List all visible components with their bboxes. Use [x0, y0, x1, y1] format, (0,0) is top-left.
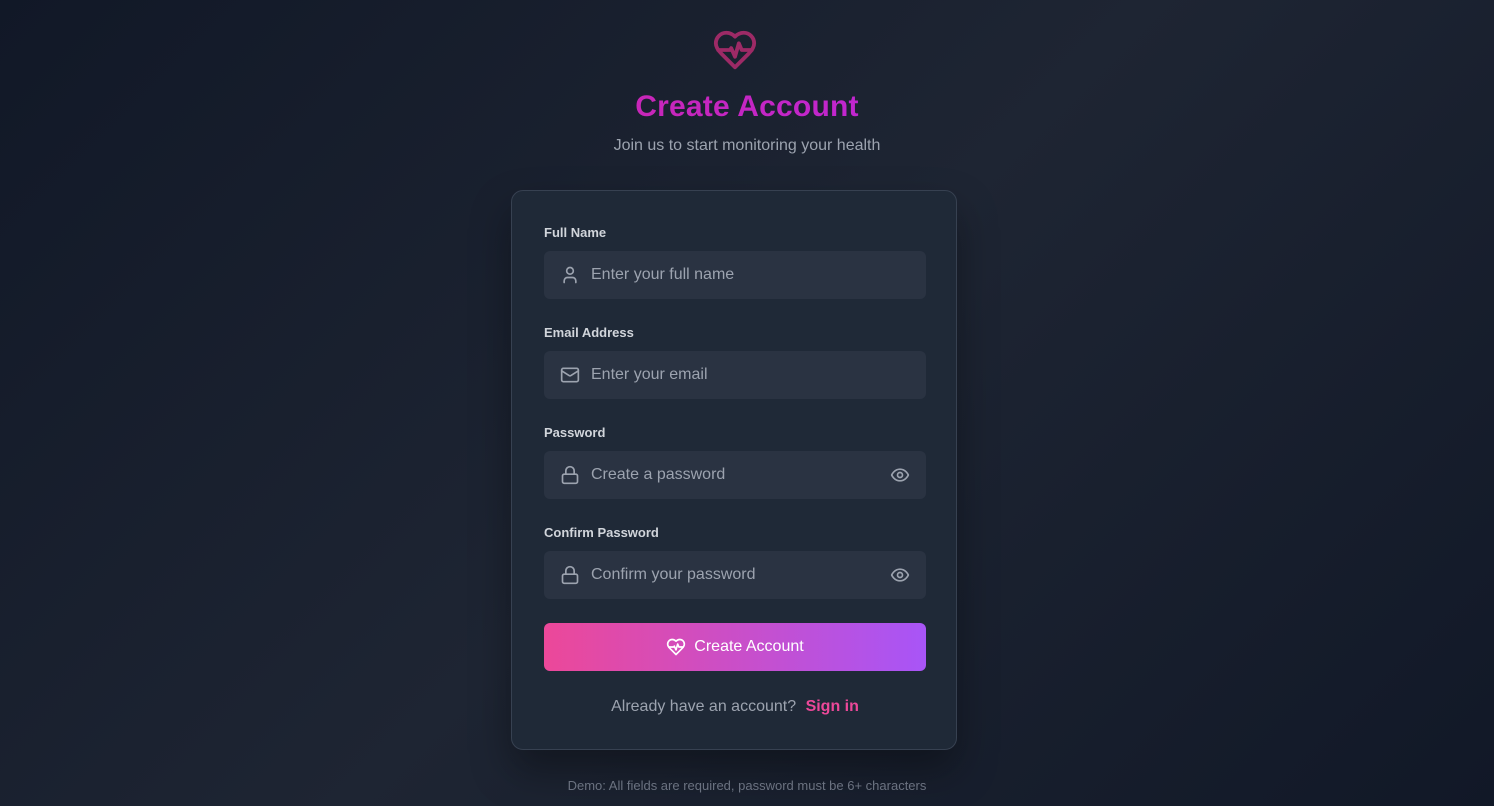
heart-pulse-logo-icon — [713, 30, 757, 70]
full-name-label: Full Name — [544, 225, 607, 240]
create-account-button[interactable]: Create Account — [544, 623, 926, 671]
email-label: Email Address — [544, 325, 634, 340]
page-subtitle: Join us to start monitoring your health — [613, 137, 881, 154]
confirm-password-input[interactable] — [591, 551, 881, 599]
full-name-field[interactable] — [544, 251, 926, 299]
signup-card: Full Name Email Address Password Confirm… — [511, 190, 957, 750]
lock-icon — [561, 565, 579, 585]
full-name-input[interactable] — [591, 251, 881, 299]
signin-prompt: Already have an account? — [611, 698, 797, 715]
demo-note: Demo: All fields are required, password … — [567, 778, 927, 793]
show-confirm-password-eye-icon[interactable] — [890, 565, 910, 585]
page-title: Create Account — [0, 90, 1494, 124]
lock-icon — [561, 465, 579, 485]
signin-link[interactable]: Sign in — [806, 698, 859, 715]
user-icon — [563, 266, 577, 284]
signin-row: Already have an account? Sign in — [512, 698, 958, 716]
password-label: Password — [544, 425, 606, 440]
confirm-password-label: Confirm Password — [544, 525, 659, 540]
password-field[interactable] — [544, 451, 926, 499]
heart-pulse-icon — [667, 638, 686, 656]
confirm-password-field[interactable] — [544, 551, 926, 599]
password-input[interactable] — [591, 451, 881, 499]
email-field[interactable] — [544, 351, 926, 399]
show-password-eye-icon[interactable] — [890, 465, 910, 485]
email-input[interactable] — [591, 351, 881, 399]
mail-icon — [560, 367, 580, 383]
create-account-button-label: Create Account — [694, 638, 804, 655]
